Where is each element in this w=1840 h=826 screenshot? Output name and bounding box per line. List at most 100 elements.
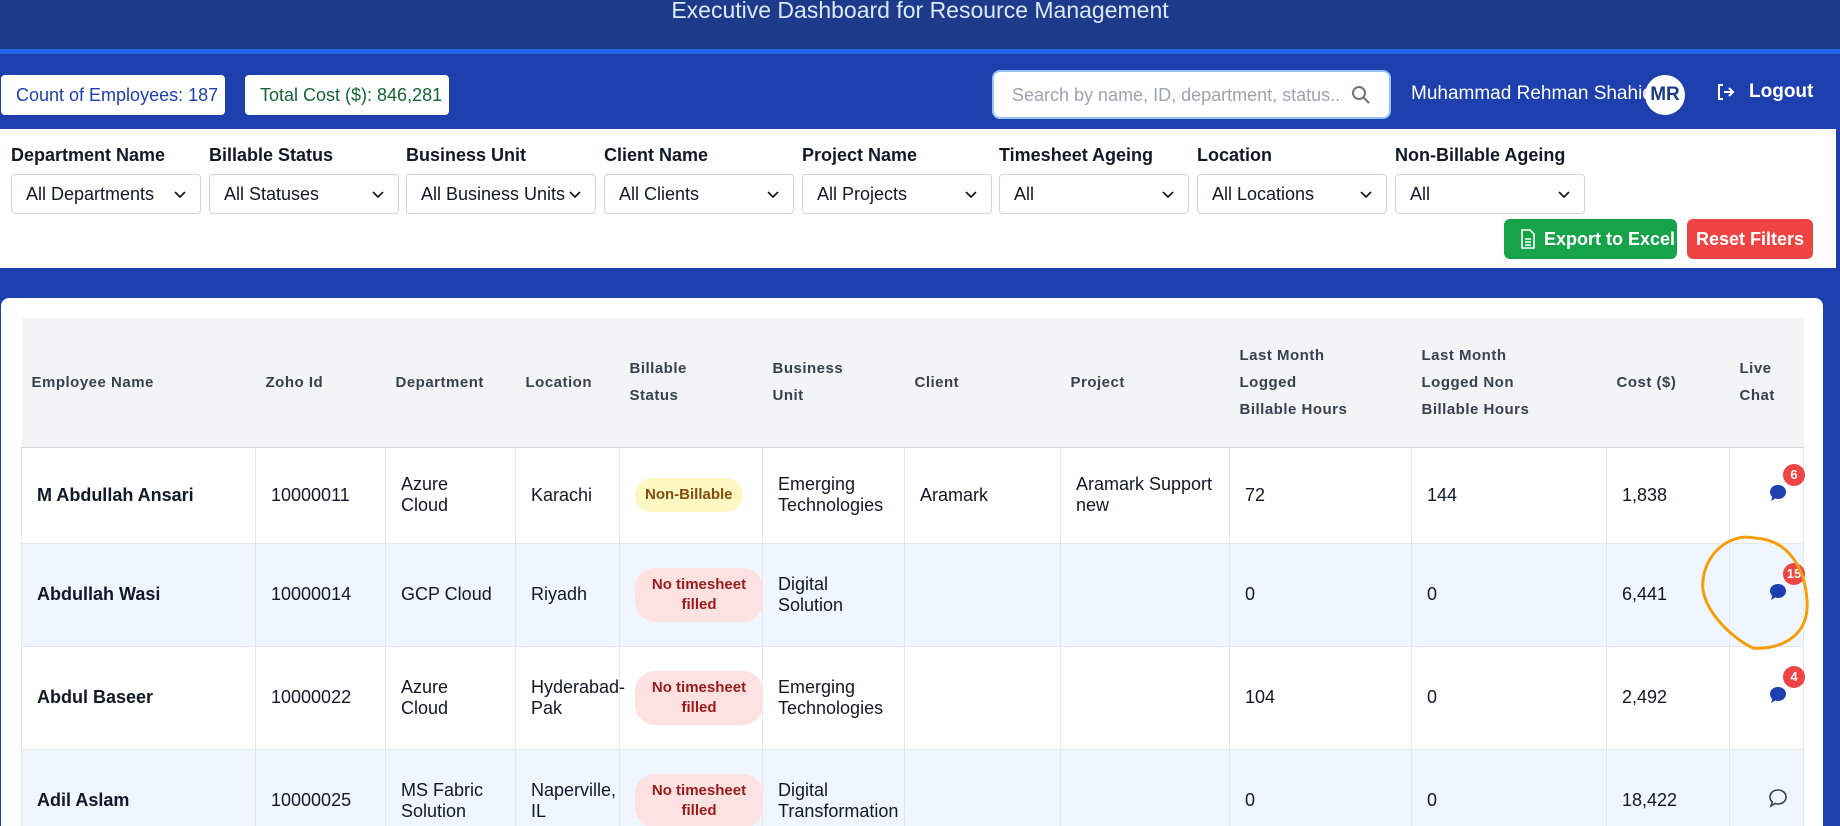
col-department[interactable]: Department bbox=[385, 318, 516, 448]
table-row[interactable]: Adil Aslam 10000025 MS Fabric Solution Na… bbox=[21, 748, 1804, 826]
billable-hours: 0 bbox=[1229, 542, 1412, 647]
client bbox=[904, 542, 1061, 647]
reset-filters-button[interactable]: Reset Filters bbox=[1687, 219, 1813, 259]
billable-status: No timesheet filled bbox=[619, 645, 763, 750]
col-cost[interactable]: Cost ($) bbox=[1606, 318, 1730, 448]
col-billable-status[interactable]: Billable Status bbox=[619, 318, 763, 448]
employee-table-card: Employee Name Zoho Id Department Locatio… bbox=[1, 298, 1823, 826]
non-billable-hours: 144 bbox=[1411, 446, 1607, 544]
billable-hours: 72 bbox=[1229, 446, 1412, 544]
filter-project-name: Project Name All Projects bbox=[802, 145, 992, 214]
live-chat-cell bbox=[1729, 748, 1804, 826]
col-client[interactable]: Client bbox=[904, 318, 1061, 448]
project bbox=[1060, 748, 1230, 826]
non-billable-hours: 0 bbox=[1411, 542, 1607, 647]
avatar[interactable]: MR bbox=[1645, 75, 1685, 115]
export-label: Export to Excel bbox=[1544, 229, 1676, 249]
chat-count-badge: 15 bbox=[1783, 563, 1805, 585]
zoho-id: 10000014 bbox=[255, 542, 386, 647]
timesheet-ageing-select[interactable]: All bbox=[999, 174, 1189, 214]
chat-bubble-icon bbox=[1770, 484, 1786, 501]
department: Azure Cloud bbox=[385, 446, 516, 544]
location: Karachi bbox=[515, 446, 620, 544]
department-select[interactable]: All Departments bbox=[11, 174, 201, 214]
department: Azure Cloud bbox=[385, 645, 516, 750]
col-location[interactable]: Location bbox=[515, 318, 620, 448]
logout-icon bbox=[1718, 84, 1735, 100]
project bbox=[1060, 542, 1230, 647]
user-name: Muhammad Rehman Shahid bbox=[1411, 83, 1653, 104]
cost: 1,838 bbox=[1606, 446, 1730, 544]
chat-outline-icon bbox=[1769, 789, 1787, 808]
client-select[interactable]: All Clients bbox=[604, 174, 794, 214]
total-cost-badge: Total Cost ($): 846,281 bbox=[245, 75, 449, 115]
non-billable-ageing-select[interactable]: All bbox=[1395, 174, 1585, 214]
filter-department: Department Name All Departments bbox=[11, 145, 201, 214]
chat-count-badge: 4 bbox=[1783, 666, 1805, 688]
client bbox=[904, 748, 1061, 826]
project: Aramark Support new bbox=[1060, 446, 1230, 544]
business-unit-select[interactable]: All Business Units bbox=[406, 174, 596, 214]
filter-timesheet-ageing: Timesheet Ageing All bbox=[999, 145, 1189, 214]
billable-status: No timesheet filled bbox=[619, 748, 763, 826]
department: MS Fabric Solution bbox=[385, 748, 516, 826]
status-badge: No timesheet filled bbox=[635, 773, 763, 826]
export-to-excel-button[interactable]: Export to Excel bbox=[1504, 219, 1677, 259]
location-select[interactable]: All Locations bbox=[1197, 174, 1387, 214]
live-chat-button[interactable] bbox=[1767, 787, 1789, 809]
billable-status: Non-Billable bbox=[619, 446, 763, 544]
business-unit: Emerging Technologies bbox=[762, 645, 905, 750]
filter-business-unit: Business Unit All Business Units bbox=[406, 145, 596, 214]
zoho-id: 10000025 bbox=[255, 748, 386, 826]
cost: 2,492 bbox=[1606, 645, 1730, 750]
live-chat-button[interactable]: 15 bbox=[1767, 563, 1805, 603]
col-project[interactable]: Project bbox=[1060, 318, 1230, 448]
employee-name: M Abdullah Ansari bbox=[21, 446, 256, 544]
chevron-down-icon bbox=[372, 191, 384, 199]
client bbox=[904, 645, 1061, 750]
col-billable-hours[interactable]: Last Month Logged Billable Hours bbox=[1229, 318, 1412, 448]
table-row[interactable]: Abdullah Wasi 10000014 GCP Cloud Riyadh … bbox=[21, 542, 1805, 647]
billable-status: No timesheet filled bbox=[619, 542, 763, 647]
business-unit: Digital Solution bbox=[762, 542, 905, 647]
search-icon[interactable] bbox=[1351, 85, 1371, 105]
table-row[interactable]: Abdul Baseer 10000022 Azure Cloud Hydera… bbox=[21, 645, 1805, 750]
filter-label: Department Name bbox=[11, 145, 166, 165]
col-zoho-id[interactable]: Zoho Id bbox=[255, 318, 386, 448]
chat-bubble-icon bbox=[1770, 584, 1786, 600]
cost: 18,422 bbox=[1606, 748, 1730, 826]
filter-label: Client Name bbox=[604, 145, 709, 165]
non-billable-hours: 0 bbox=[1411, 748, 1607, 826]
business-unit: Digital Transformation bbox=[762, 748, 905, 826]
status-badge: No timesheet filled bbox=[635, 670, 763, 725]
filter-label: Billable Status bbox=[209, 145, 334, 165]
client: Aramark bbox=[904, 446, 1061, 544]
chevron-down-icon bbox=[965, 191, 977, 199]
chat-bubble-icon bbox=[1770, 687, 1786, 703]
department: GCP Cloud bbox=[385, 542, 516, 647]
project-select[interactable]: All Projects bbox=[802, 174, 992, 214]
chevron-down-icon bbox=[569, 191, 581, 199]
billable-status-select[interactable]: All Statuses bbox=[209, 174, 399, 214]
col-non-billable-hours[interactable]: Last Month Logged Non Billable Hours bbox=[1411, 318, 1607, 448]
location: Hyderabad- Pak bbox=[515, 645, 625, 750]
live-chat-button[interactable]: 6 bbox=[1767, 463, 1805, 504]
employee-count-badge: Count of Employees: 187 bbox=[1, 75, 225, 115]
table-row[interactable]: M Abdullah Ansari 10000011 Azure Cloud K… bbox=[21, 446, 1805, 544]
filter-label: Timesheet Ageing bbox=[999, 145, 1154, 165]
live-chat-cell: 15 bbox=[1729, 542, 1805, 647]
cost: 6,441 bbox=[1606, 542, 1730, 647]
col-live-chat: Live Chat bbox=[1729, 318, 1804, 448]
col-business-unit[interactable]: Business Unit bbox=[762, 318, 905, 448]
live-chat-cell: 4 bbox=[1729, 645, 1805, 750]
col-employee-name[interactable]: Employee Name bbox=[21, 318, 256, 448]
billable-hours: 104 bbox=[1229, 645, 1412, 750]
search-box[interactable] bbox=[992, 70, 1391, 119]
search-input[interactable] bbox=[1012, 82, 1342, 108]
location: Naperville, IL bbox=[515, 748, 620, 826]
employee-name: Adil Aslam bbox=[21, 748, 256, 826]
live-chat-button[interactable]: 4 bbox=[1767, 666, 1805, 706]
chevron-down-icon bbox=[174, 191, 186, 199]
logout-button[interactable]: Logout bbox=[1715, 81, 1813, 103]
table-header-row: Employee Name Zoho Id Department Locatio… bbox=[21, 318, 1804, 448]
